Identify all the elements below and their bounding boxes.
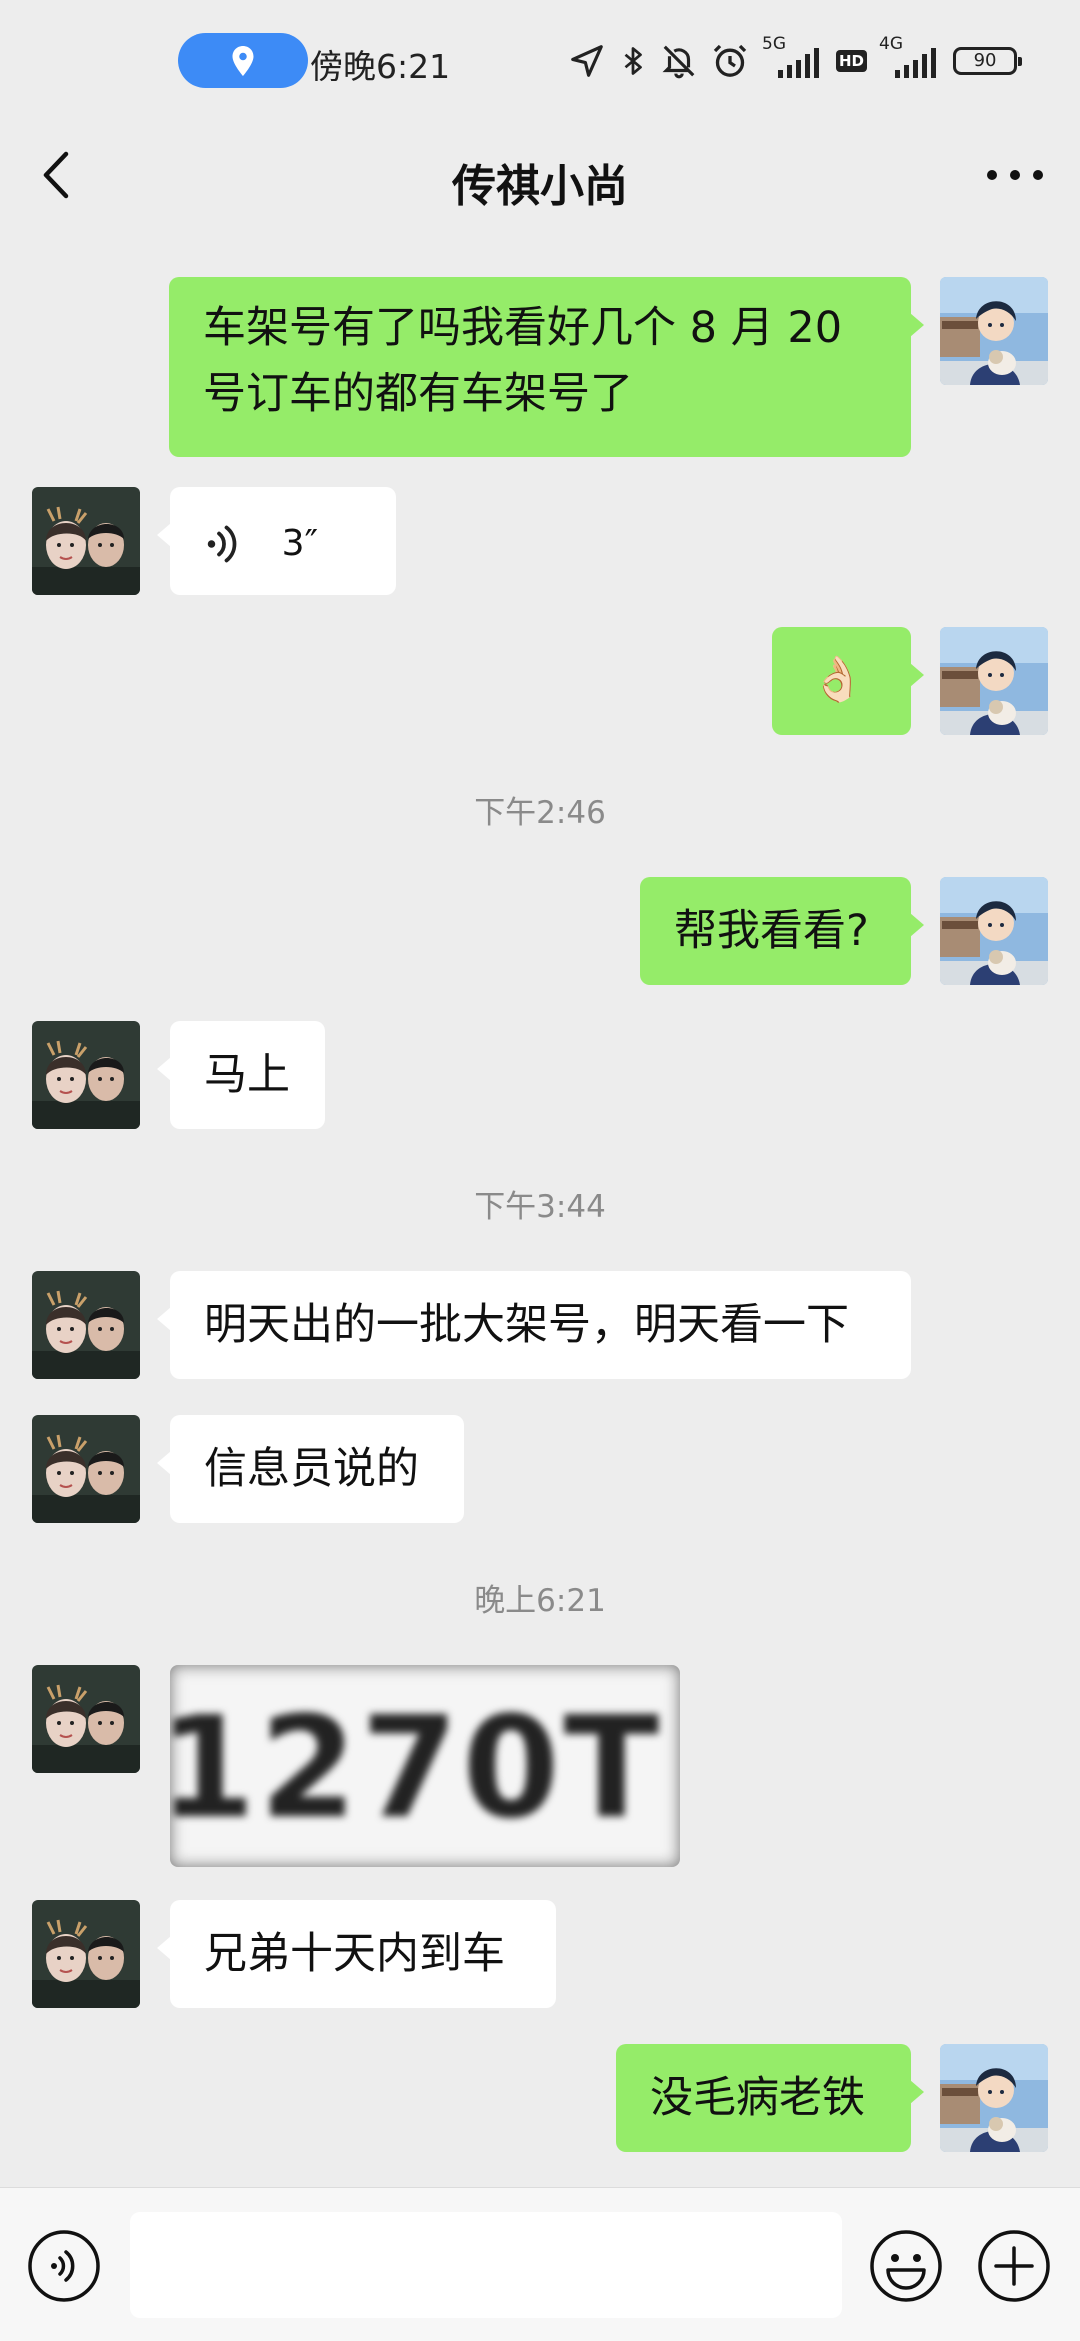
- message-bubble-sent[interactable]: 没毛病老铁: [616, 2044, 924, 2152]
- chat-title: 传祺小尚: [452, 161, 628, 212]
- message-bubble-received[interactable]: 马上: [157, 1021, 325, 1129]
- status-bar: 傍晚6:21 5G HD 4G 90: [0, 0, 1080, 125]
- battery-icon: 90: [953, 47, 1023, 75]
- message-bubble-sent[interactable]: 帮我看看?: [640, 877, 924, 985]
- more-icon[interactable]: [980, 150, 1050, 200]
- message-list[interactable]: 车架号有了吗我看好几个 8 月 20 号订车的都有车架号了 3″ 👌🏻 下午2:…: [0, 225, 1080, 2187]
- signal-icon: [778, 48, 819, 78]
- hd-badge: HD: [836, 50, 868, 72]
- input-bar: [0, 2187, 1080, 2341]
- message-text: 兄弟十天内到车: [204, 1929, 505, 1979]
- message-text: 马上: [204, 1050, 290, 1100]
- status-time: 傍晚6:21: [310, 47, 451, 86]
- message-bubble-sent[interactable]: 车架号有了吗我看好几个 8 月 20 号订车的都有车架号了: [169, 277, 924, 457]
- message-text: 帮我看看?: [674, 906, 869, 956]
- message-text: 明天出的一批大架号，明天看一下: [204, 1300, 849, 1350]
- message-bubble-received[interactable]: 信息员说的: [157, 1415, 464, 1523]
- avatar[interactable]: [32, 1415, 140, 1523]
- image-message[interactable]: 1270T WI: [170, 1665, 680, 1867]
- ok-hand-emoji: 👌🏻: [810, 654, 865, 705]
- location-icon: [232, 46, 254, 76]
- message-text: 车架号有了吗我看好几个 8 月 20: [203, 303, 843, 353]
- avatar[interactable]: [32, 1021, 140, 1129]
- avatar[interactable]: [32, 487, 140, 595]
- navigation-icon: [571, 45, 603, 77]
- battery-level: 90: [973, 50, 997, 71]
- location-indicator[interactable]: [178, 33, 308, 88]
- signal-4g: 4G: [879, 34, 941, 86]
- avatar[interactable]: [940, 2044, 1048, 2152]
- avatar[interactable]: [940, 877, 1048, 985]
- signal-5g: 5G: [762, 34, 824, 86]
- avatar[interactable]: [940, 627, 1048, 735]
- timestamp: 晚上6:21: [474, 1583, 606, 1619]
- signal-icon: [895, 48, 937, 78]
- message-text: 号订车的都有车架号了: [203, 369, 633, 419]
- voice-duration: 3″: [281, 522, 319, 564]
- voice-input-icon[interactable]: [26, 2228, 102, 2304]
- voice-message[interactable]: 3″: [157, 487, 396, 595]
- bluetooth-icon: [624, 47, 642, 75]
- message-input[interactable]: [130, 2212, 842, 2318]
- mute-bell-icon: [662, 45, 695, 79]
- voice-wave-icon: [207, 525, 237, 562]
- avatar[interactable]: [32, 1271, 140, 1379]
- back-arrow-icon[interactable]: [30, 140, 90, 210]
- timestamp: 下午2:46: [474, 795, 606, 831]
- avatar[interactable]: [940, 277, 1048, 385]
- avatar[interactable]: [32, 1665, 140, 1773]
- message-bubble-received[interactable]: 兄弟十天内到车: [157, 1900, 556, 2008]
- message-bubble-sent[interactable]: 👌🏻: [772, 627, 924, 735]
- emoji-icon[interactable]: [868, 2228, 944, 2304]
- message-bubble-received[interactable]: 明天出的一批大架号，明天看一下: [157, 1271, 911, 1379]
- timestamp: 下午3:44: [474, 1189, 606, 1225]
- alarm-icon: [713, 44, 747, 77]
- avatar[interactable]: [32, 1900, 140, 2008]
- message-text: 没毛病老铁: [650, 2073, 865, 2123]
- plus-icon[interactable]: [976, 2228, 1052, 2304]
- chat-header: 传祺小尚: [0, 125, 1080, 225]
- message-text: 信息员说的: [204, 1444, 419, 1494]
